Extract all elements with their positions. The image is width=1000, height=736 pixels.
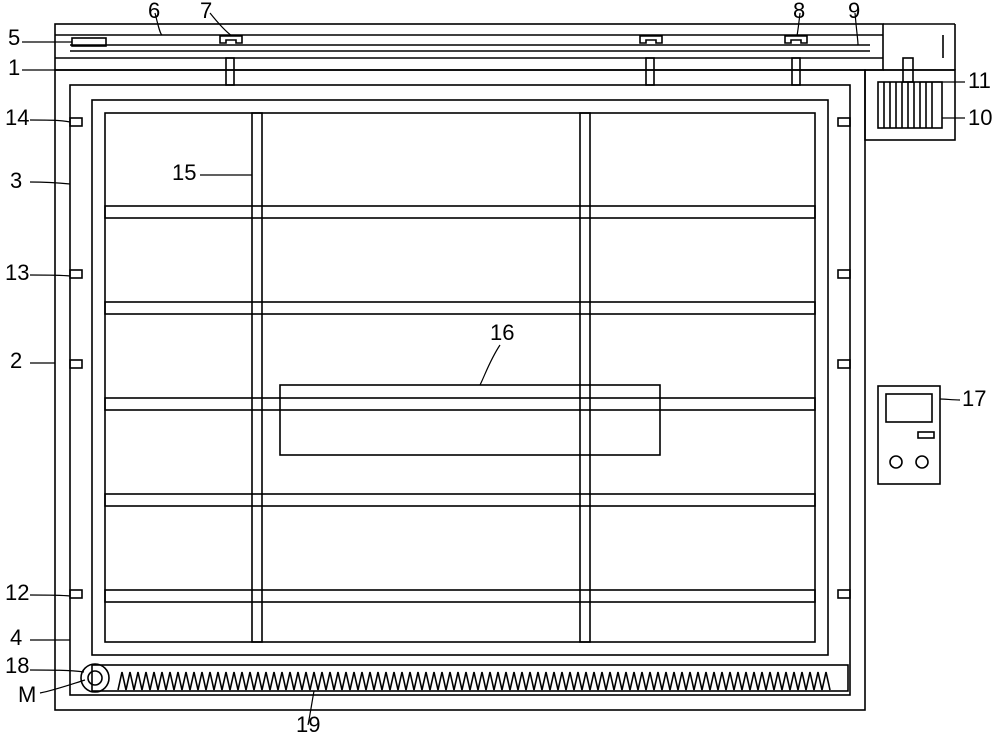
label-9: 9: [848, 0, 860, 23]
bottom-coil: [118, 672, 830, 690]
label-13: 13: [5, 260, 29, 285]
label-7: 7: [200, 0, 212, 23]
label-19: 19: [296, 712, 320, 736]
label-M: M: [18, 682, 36, 707]
top-hangers: [226, 58, 800, 85]
roller: [81, 664, 109, 692]
center-panel: [280, 385, 660, 455]
control-box: [878, 386, 940, 484]
label-11: 11: [968, 68, 991, 93]
label-3: 3: [10, 168, 22, 193]
label-1: 1: [8, 55, 20, 80]
patent-figure: 5 1 6 7 8 9 11 10 14 3 15 13 2 16 17 12 …: [0, 0, 1000, 736]
cage-shelves: [105, 206, 815, 602]
label-4: 4: [10, 625, 22, 650]
rail-clamps: [220, 36, 807, 43]
label-5: 5: [8, 25, 20, 50]
label-14: 14: [5, 105, 29, 130]
side-tabs: [70, 118, 850, 598]
label-17: 17: [962, 386, 986, 411]
label-18: 18: [5, 653, 29, 678]
label-8: 8: [793, 0, 805, 23]
label-6: 6: [148, 0, 160, 23]
label-10: 10: [968, 105, 992, 130]
motor-coil: [884, 82, 932, 128]
leader-lines: [22, 13, 965, 725]
label-12: 12: [5, 580, 29, 605]
cage-verticals: [252, 113, 590, 642]
label-2: 2: [10, 348, 22, 373]
cage-frame: [92, 100, 828, 655]
label-15: 15: [172, 160, 196, 185]
label-16: 16: [490, 320, 514, 345]
